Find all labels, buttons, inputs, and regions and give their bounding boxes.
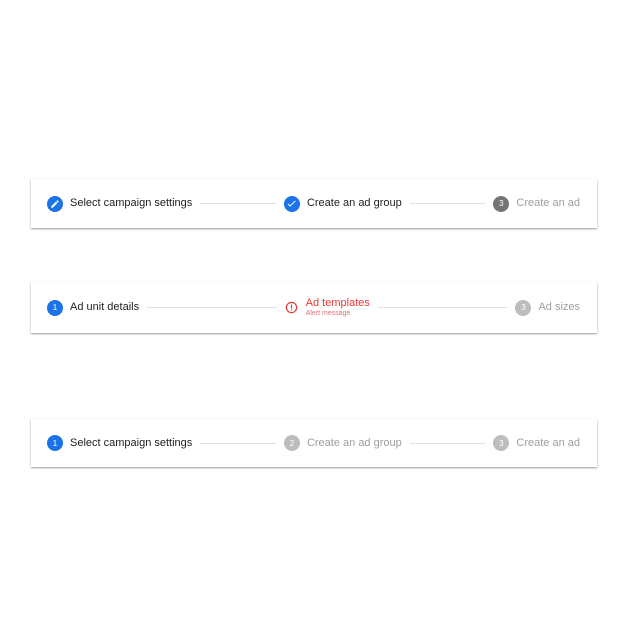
campaign-stepper-initial: 1 Select campaign settings 2 Create an a… bbox=[31, 419, 597, 467]
step-label: Create an ad bbox=[516, 436, 581, 449]
step-alert-message: Alert message bbox=[305, 310, 351, 317]
step-create-ad-group[interactable]: 2 Create an ad group bbox=[283, 435, 402, 451]
step-ad-unit-details[interactable]: 1 Ad unit details bbox=[47, 299, 140, 316]
campaign-stepper-progress: Select campaign settings Create an ad gr… bbox=[31, 179, 597, 228]
step-label: Create an ad group bbox=[306, 436, 402, 449]
check-icon bbox=[283, 195, 300, 212]
step-create-ad[interactable]: 3 Create an ad bbox=[493, 195, 581, 212]
step-ad-sizes[interactable]: 3 Ad sizes bbox=[515, 299, 581, 316]
step-number-badge: 3 bbox=[493, 435, 510, 451]
step-label: Ad sizes bbox=[538, 301, 581, 313]
step-label: Ad unit details bbox=[70, 301, 140, 313]
step-number-badge: 3 bbox=[515, 299, 532, 316]
alert-icon bbox=[285, 301, 299, 315]
step-connector bbox=[409, 442, 486, 444]
step-connector bbox=[200, 203, 276, 204]
step-label: Ad templates bbox=[305, 297, 370, 309]
step-number-badge: 3 bbox=[493, 195, 510, 212]
step-select-campaign-settings[interactable]: 1 Select campaign settings bbox=[47, 435, 192, 451]
step-ad-templates[interactable]: Ad templates Alert message bbox=[285, 297, 370, 318]
step-number-badge: 1 bbox=[47, 299, 63, 316]
step-label: Select campaign settings bbox=[70, 436, 193, 449]
step-connector bbox=[409, 203, 486, 204]
stepper-showcase: Select campaign settings Create an ad gr… bbox=[0, 0, 640, 640]
step-connector bbox=[377, 307, 508, 308]
step-label: Create an ad group bbox=[306, 197, 402, 209]
step-create-ad-group[interactable]: Create an ad group bbox=[283, 195, 402, 212]
step-connector bbox=[147, 307, 277, 308]
step-number-badge: 1 bbox=[47, 435, 63, 451]
ad-unit-stepper-error: 1 Ad unit details Ad templates Alert mes… bbox=[31, 282, 597, 333]
step-connector bbox=[200, 442, 276, 444]
step-label: Select campaign settings bbox=[70, 197, 193, 209]
step-create-ad[interactable]: 3 Create an ad bbox=[493, 435, 580, 451]
step-error-text: Ad templates Alert message bbox=[306, 297, 370, 318]
step-label: Create an ad bbox=[516, 197, 581, 209]
pencil-icon bbox=[47, 195, 63, 212]
step-number-badge: 2 bbox=[283, 435, 300, 451]
step-select-campaign-settings[interactable]: Select campaign settings bbox=[47, 195, 193, 212]
